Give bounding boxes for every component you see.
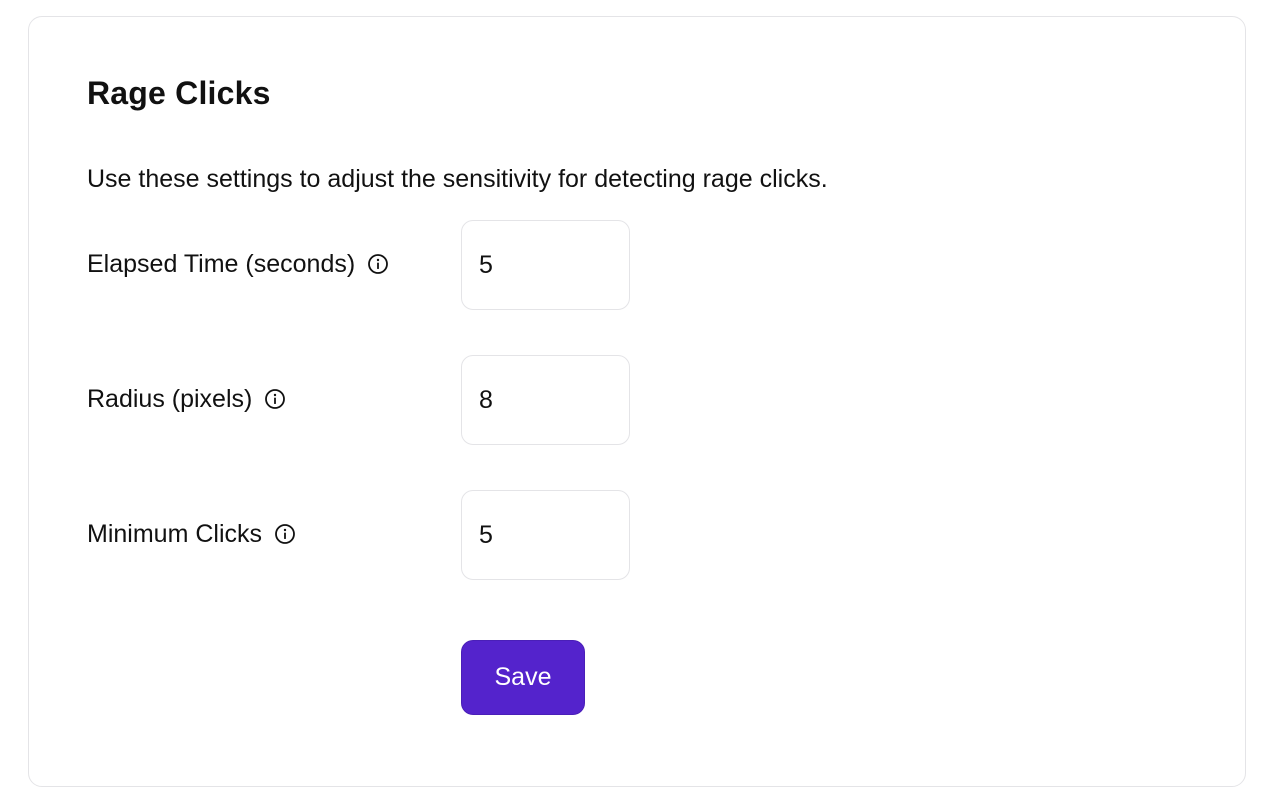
radius-label: Radius (pixels): [87, 384, 253, 413]
rage-clicks-settings-card: Rage Clicks Use these settings to adjust…: [28, 16, 1246, 787]
section-title: Rage Clicks: [87, 75, 271, 111]
radius-input[interactable]: [461, 355, 630, 445]
info-icon[interactable]: [367, 253, 389, 275]
elapsed-time-input[interactable]: [461, 220, 630, 310]
elapsed-time-label-group: Elapsed Time (seconds): [87, 248, 389, 280]
radius-label-group: Radius (pixels): [87, 383, 286, 415]
section-description: Use these settings to adjust the sensiti…: [87, 165, 828, 193]
minimum-clicks-input[interactable]: [461, 490, 630, 580]
info-icon[interactable]: [264, 388, 286, 410]
elapsed-time-label: Elapsed Time (seconds): [87, 249, 356, 278]
minimum-clicks-label-group: Minimum Clicks: [87, 518, 296, 550]
save-button[interactable]: Save: [461, 640, 585, 715]
minimum-clicks-label: Minimum Clicks: [87, 519, 262, 548]
info-icon[interactable]: [274, 523, 296, 545]
